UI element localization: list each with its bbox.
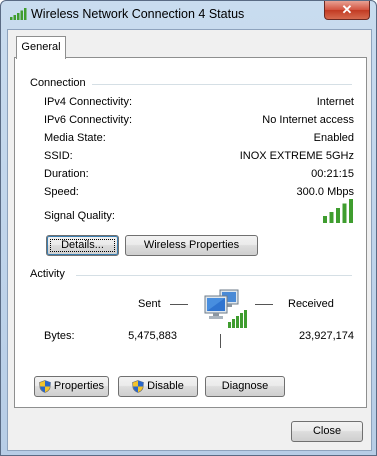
speed-value: 300.0 Mbps [296, 186, 354, 198]
received-line [255, 304, 273, 305]
sent-label: Sent [138, 298, 161, 310]
network-computer-icon [204, 289, 247, 328]
dialog-client-area: General Connection IPv4 Connectivity: In… [7, 29, 372, 451]
title-bar[interactable]: Wireless Network Connection 4 Status ✕ [1, 1, 376, 29]
media-state-value: Enabled [313, 132, 354, 144]
ipv6-label: IPv6 Connectivity: [44, 114, 133, 126]
ipv4-value: Internet [316, 96, 354, 108]
general-tab-panel: Connection IPv4 Connectivity: Internet I… [14, 57, 367, 408]
diagnose-button[interactable]: Diagnose [205, 376, 285, 397]
wireless-properties-button[interactable]: Wireless Properties [125, 235, 258, 256]
focus-rectangle [50, 239, 115, 252]
received-label: Received [288, 298, 334, 310]
close-icon: ✕ [341, 2, 353, 17]
properties-button[interactable]: Properties [34, 376, 109, 397]
disable-button[interactable]: Disable [118, 376, 198, 397]
status-window: Wireless Network Connection 4 Status ✕ G… [0, 0, 377, 456]
sent-line [170, 304, 188, 305]
bytes-received-value: 23,927,174 [298, 330, 354, 342]
bytes-label: Bytes: [44, 330, 75, 342]
connection-group-label: Connection [30, 77, 86, 89]
ipv6-value: No Internet access [262, 114, 354, 126]
activity-separator [220, 334, 221, 348]
connection-divider [92, 84, 352, 85]
uac-shield-icon [39, 380, 51, 393]
details-button[interactable]: Details... [46, 235, 119, 256]
wireless-signal-icon [10, 8, 27, 20]
window-title: Wireless Network Connection 4 Status [31, 7, 245, 21]
tab-general[interactable]: General [16, 36, 66, 59]
duration-value: 00:21:15 [311, 168, 354, 180]
duration-label: Duration: [44, 168, 89, 180]
signal-quality-label: Signal Quality: [44, 210, 115, 222]
ssid-label: SSID: [44, 150, 73, 162]
speed-label: Speed: [44, 186, 79, 198]
media-state-label: Media State: [44, 132, 106, 144]
activity-group-label: Activity [30, 268, 65, 280]
close-button[interactable]: Close [291, 421, 363, 442]
close-window-button[interactable]: ✕ [324, 1, 370, 20]
signal-strength-icon [323, 199, 353, 223]
bytes-sent-value: 5,475,883 [128, 330, 177, 342]
activity-divider [76, 275, 352, 276]
ssid-value: INOX EXTREME 5GHz [239, 150, 354, 162]
uac-shield-icon [132, 380, 144, 393]
ipv4-label: IPv4 Connectivity: [44, 96, 133, 108]
